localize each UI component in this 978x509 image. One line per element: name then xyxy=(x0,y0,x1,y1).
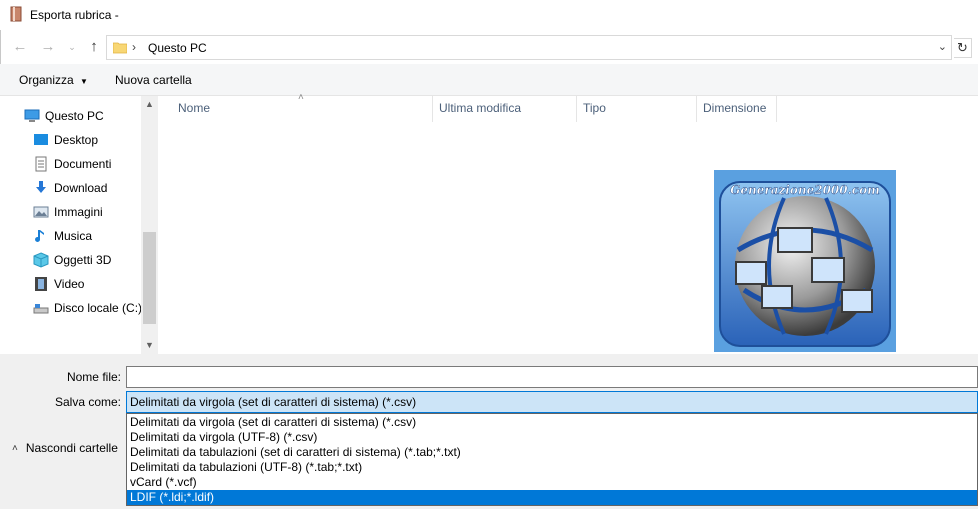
desktop-icon xyxy=(34,134,48,145)
address-dropdown-icon[interactable]: ⌄ xyxy=(938,40,947,53)
column-header-name[interactable]: Nome xyxy=(178,101,210,115)
savetype-option[interactable]: Delimitati da tabulazioni (UTF-8) (*.tab… xyxy=(127,460,977,475)
nav-label: Musica xyxy=(54,229,93,243)
navigation-pane: Questo PC Desktop Documenti Download Imm… xyxy=(0,96,158,354)
savetype-option[interactable]: Delimitati da tabulazioni (set di caratt… xyxy=(127,445,977,460)
column-divider[interactable] xyxy=(696,96,697,122)
back-arrow-icon[interactable]: ← xyxy=(11,38,29,56)
scrollbar-thumb[interactable] xyxy=(143,232,156,324)
new-folder-button[interactable]: Nuova cartella xyxy=(115,73,192,87)
nav-scrollbar[interactable]: ▲ ▼ xyxy=(141,96,158,354)
nav-item-music[interactable]: Musica xyxy=(33,225,92,247)
generazione2000-logo: Generazione2000.com xyxy=(714,170,896,352)
column-divider[interactable] xyxy=(576,96,577,122)
address-bar[interactable]: › Questo PC ⌄ xyxy=(106,35,952,60)
music-icon xyxy=(35,230,44,242)
savetype-option[interactable]: Delimitati da virgola (UTF-8) (*.csv) xyxy=(127,430,977,445)
hide-folders-button[interactable]: ˄ Nascondi cartelle xyxy=(12,441,118,455)
nav-label: Disco locale (C:) xyxy=(54,301,143,315)
pictures-icon xyxy=(33,206,49,218)
up-arrow-icon[interactable]: ↑ xyxy=(85,38,103,56)
caret-down-icon: ▼ xyxy=(80,77,88,86)
savetype-dropdown-list[interactable]: Delimitati da virgola (set di caratteri … xyxy=(126,413,978,506)
objects-3d-icon xyxy=(33,252,49,268)
video-icon xyxy=(35,277,47,291)
savetype-option[interactable]: vCard (*.vcf) xyxy=(127,475,977,490)
nav-label: Documenti xyxy=(54,157,112,171)
organize-label: Organizza xyxy=(19,73,74,87)
savetype-label: Salva come: xyxy=(54,395,121,409)
savetype-select[interactable]: Delimitati da virgola (set di caratteri … xyxy=(126,391,978,413)
computer-icon xyxy=(24,109,40,122)
nav-label: Video xyxy=(54,277,85,291)
breadcrumb-separator-icon: › xyxy=(132,40,136,54)
nav-item-local-disk[interactable]: Disco locale (C:) xyxy=(33,297,142,319)
hide-folders-label: Nascondi cartelle xyxy=(25,441,118,455)
column-header-size[interactable]: Dimensione xyxy=(703,101,766,115)
column-header-type[interactable]: Tipo xyxy=(583,101,606,115)
nav-label: Immagini xyxy=(54,205,103,219)
file-list: ˄ Nome Ultima modifica Tipo Dimensione G… xyxy=(158,92,978,354)
filename-label: Nome file: xyxy=(66,370,121,384)
column-divider[interactable] xyxy=(776,96,777,122)
column-header-modified[interactable]: Ultima modifica xyxy=(439,101,521,115)
recent-locations-chevron-icon[interactable]: ⌄ xyxy=(63,38,81,56)
title-bar: Esporta rubrica - xyxy=(0,0,978,30)
column-divider[interactable] xyxy=(432,96,433,122)
documents-icon xyxy=(35,156,47,172)
local-disk-icon xyxy=(33,304,49,314)
nav-label: Download xyxy=(54,181,108,195)
refresh-icon[interactable]: ↻ xyxy=(954,38,972,58)
app-icon xyxy=(10,6,22,22)
download-icon xyxy=(36,181,46,193)
command-bar: Organizza ▼ Nuova cartella xyxy=(0,64,978,96)
savetype-option-selected[interactable]: LDIF (*.ldi;*.ldif) xyxy=(127,490,977,505)
address-row: ← → ⌄ ↑ › Questo PC ⌄ ↻ xyxy=(0,32,978,62)
nav-item-desktop[interactable]: Desktop xyxy=(33,129,98,151)
scroll-up-icon[interactable]: ▲ xyxy=(141,96,158,113)
breadcrumb[interactable]: Questo PC xyxy=(148,41,207,55)
forward-arrow-icon[interactable]: → xyxy=(39,38,57,56)
folder-icon xyxy=(113,42,127,54)
nav-label: Oggetti 3D xyxy=(54,253,112,267)
filename-input[interactable] xyxy=(126,366,978,388)
savetype-option[interactable]: Delimitati da virgola (set di caratteri … xyxy=(127,415,977,430)
nav-label: Desktop xyxy=(54,133,99,147)
nav-item-video[interactable]: Video xyxy=(33,273,84,295)
nav-item-pictures[interactable]: Immagini xyxy=(33,201,103,223)
chevron-up-icon: ˄ xyxy=(12,442,18,454)
nav-item-documents[interactable]: Documenti xyxy=(33,153,111,175)
nav-item-this-pc[interactable]: Questo PC xyxy=(24,105,104,127)
window-title: Esporta rubrica - xyxy=(30,8,119,22)
nav-item-download[interactable]: Download xyxy=(33,177,107,199)
nav-label: Questo PC xyxy=(45,109,104,123)
organize-button[interactable]: Organizza ▼ xyxy=(19,73,88,87)
scroll-down-icon[interactable]: ▼ xyxy=(141,337,158,354)
sort-caret-icon: ˄ xyxy=(298,92,304,103)
nav-item-3d-objects[interactable]: Oggetti 3D xyxy=(33,249,111,271)
logo-text: Generazione2000.com xyxy=(730,183,880,197)
